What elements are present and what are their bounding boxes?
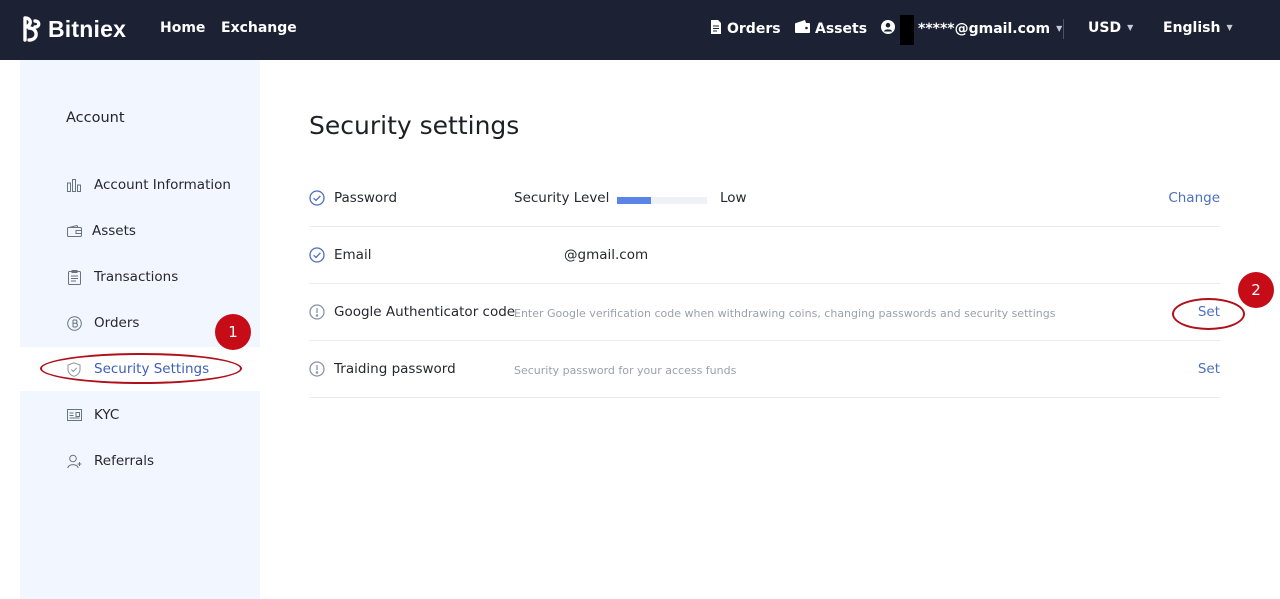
row-label: Password <box>334 190 398 206</box>
clipboard-icon <box>66 269 82 285</box>
orders-label: Orders <box>727 21 781 37</box>
sidebar-item-label: KYC <box>94 407 120 423</box>
row-label: Google Authenticator code <box>334 304 516 320</box>
sidebar-item-transactions[interactable]: Transactions <box>20 255 260 299</box>
wallet-icon <box>795 20 810 37</box>
account-email: *****@gmail.com <box>918 21 1051 37</box>
sidebar-item-label: Account Information <box>94 177 231 193</box>
currency-value: USD <box>1088 20 1122 36</box>
check-circle-icon <box>309 190 325 206</box>
top-nav-bar: Bitniex Home Exchange Orders Assets ****… <box>0 0 1280 60</box>
wallet-icon <box>66 223 82 239</box>
security-level-value: Low <box>720 190 747 206</box>
row-label: Email <box>334 247 372 263</box>
bar-chart-icon <box>66 177 82 193</box>
check-circle-icon <box>309 247 325 263</box>
sidebar-item-kyc[interactable]: KYC <box>20 393 260 437</box>
chevron-down-icon: ▼ <box>1226 22 1233 32</box>
language-value: English <box>1163 20 1221 36</box>
security-level-label: Security Level <box>514 190 610 206</box>
security-row-trading-password: Traiding password Security password for … <box>309 341 1220 398</box>
chevron-down-icon: ▼ <box>1127 22 1134 32</box>
change-password-button[interactable]: Change <box>1168 190 1220 206</box>
warning-circle-icon <box>309 361 325 377</box>
sidebar-item-account-information[interactable]: Account Information <box>20 163 260 207</box>
assets-link[interactable]: Assets <box>795 20 867 37</box>
security-row-google-authenticator: Google Authenticator code Enter Google v… <box>309 284 1220 341</box>
shield-icon <box>66 361 82 377</box>
security-row-password: Password Security Level Low Change <box>309 170 1220 227</box>
sidebar-item-referrals[interactable]: Referrals <box>20 439 260 483</box>
security-level-bar <box>617 197 707 204</box>
annotation-badge-1: 1 <box>215 314 251 350</box>
sidebar-item-label: Assets <box>92 223 136 239</box>
nav-home-link[interactable]: Home <box>160 20 205 36</box>
warning-circle-icon <box>309 304 325 320</box>
language-selector[interactable]: English ▼ <box>1163 20 1233 36</box>
row-label: Traiding password <box>334 361 456 377</box>
brand-name: Bitniex <box>48 15 127 42</box>
redaction-block <box>900 15 914 45</box>
sidebar-title: Account <box>66 110 125 126</box>
sidebar-item-label: Security Settings <box>94 361 210 377</box>
security-level-fill <box>617 197 652 204</box>
brand-logo[interactable]: Bitniex <box>21 14 126 44</box>
set-trading-password-button[interactable]: Set <box>1198 361 1220 377</box>
chevron-down-icon: ▼ <box>1056 23 1063 33</box>
security-row-email: Email @gmail.com <box>309 227 1220 284</box>
sidebar-item-assets[interactable]: Assets <box>20 209 260 253</box>
set-google-authenticator-button[interactable]: Set <box>1198 304 1220 320</box>
row-description: Enter Google verification code when with… <box>514 307 1056 320</box>
sidebar-item-label: Orders <box>94 315 140 331</box>
currency-selector[interactable]: USD ▼ <box>1088 20 1133 36</box>
page-title: Security settings <box>309 111 520 140</box>
email-value: @gmail.com <box>564 247 649 263</box>
nav-divider <box>1063 19 1064 39</box>
sidebar-item-label: Referrals <box>94 453 155 469</box>
user-plus-icon <box>66 453 82 469</box>
bitniex-logo-icon <box>23 16 41 42</box>
document-icon <box>710 20 722 38</box>
sidebar-item-security-settings[interactable]: Security Settings <box>20 347 260 391</box>
annotation-badge-2: 2 <box>1238 272 1274 308</box>
orders-link[interactable]: Orders <box>710 20 781 38</box>
user-circle-icon <box>881 20 895 38</box>
nav-exchange-link[interactable]: Exchange <box>221 20 297 36</box>
assets-label: Assets <box>815 20 868 37</box>
coin-icon <box>66 315 82 331</box>
id-card-icon <box>66 407 82 423</box>
sidebar-item-label: Transactions <box>94 269 179 285</box>
row-description: Security password for your access funds <box>514 364 737 377</box>
